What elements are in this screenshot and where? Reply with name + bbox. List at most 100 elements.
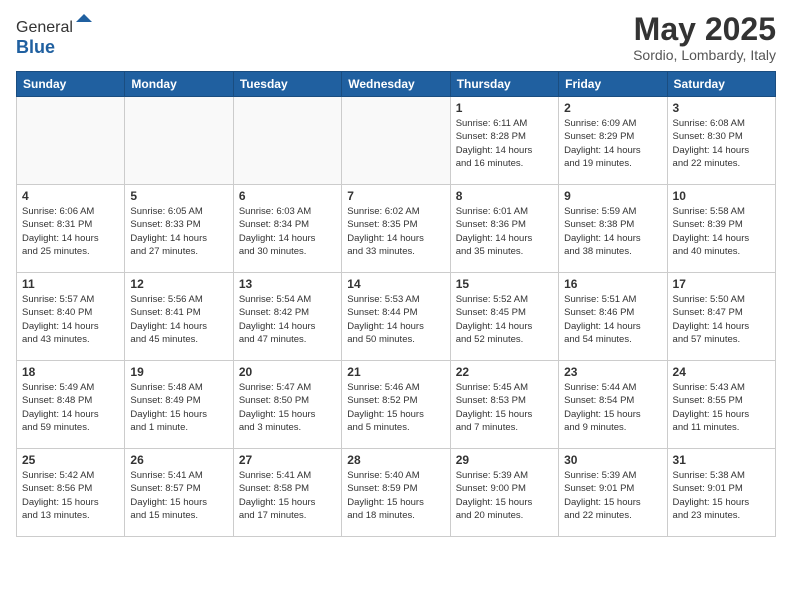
day-info: Sunrise: 6:03 AM Sunset: 8:34 PM Dayligh… [239, 205, 336, 258]
day-info: Sunrise: 6:11 AM Sunset: 8:28 PM Dayligh… [456, 117, 553, 170]
location-text: Sordio, Lombardy, Italy [633, 47, 776, 63]
day-info: Sunrise: 5:53 AM Sunset: 8:44 PM Dayligh… [347, 293, 444, 346]
calendar-cell: 25Sunrise: 5:42 AM Sunset: 8:56 PM Dayli… [17, 449, 125, 537]
calendar-cell: 13 Sunrise: 5:54 AM Sunset: 8:42 PM Dayli… [233, 273, 341, 361]
calendar-cell: 10 Sunrise: 5:58 AM Sunset: 8:39 PM Dayli… [667, 185, 775, 273]
calendar-cell: 15Sunrise: 5:52 AM Sunset: 8:45 PM Dayli… [450, 273, 558, 361]
calendar-cell: 5 Sunrise: 6:05 AM Sunset: 8:33 PM Daylig… [125, 185, 233, 273]
day-number: 19 [130, 365, 227, 379]
day-number: 27 [239, 453, 336, 467]
day-number: 11 [22, 277, 119, 291]
day-info: Sunrise: 5:51 AM Sunset: 8:46 PM Dayligh… [564, 293, 661, 346]
calendar-cell: 22Sunrise: 5:45 AM Sunset: 8:53 PM Dayli… [450, 361, 558, 449]
day-number: 6 [239, 189, 336, 203]
calendar-cell: 27 Sunrise: 5:41 AM Sunset: 8:58 PM Dayli… [233, 449, 341, 537]
day-info: Sunrise: 5:39 AM Sunset: 9:00 PM Dayligh… [456, 469, 553, 522]
calendar-cell: 11 Sunrise: 5:57 AM Sunset: 8:40 PM Dayli… [17, 273, 125, 361]
day-info: Sunrise: 5:49 AM Sunset: 8:48 PM Dayligh… [22, 381, 119, 434]
day-info: Sunrise: 5:43 AM Sunset: 8:55 PM Dayligh… [673, 381, 770, 434]
day-number: 26 [130, 453, 227, 467]
calendar-cell [342, 97, 450, 185]
weekday-header-wednesday: Wednesday [342, 72, 450, 97]
day-info: Sunrise: 5:56 AM Sunset: 8:41 PM Dayligh… [130, 293, 227, 346]
day-info: Sunrise: 5:47 AM Sunset: 8:50 PM Dayligh… [239, 381, 336, 434]
calendar-cell [17, 97, 125, 185]
day-info: Sunrise: 6:05 AM Sunset: 8:33 PM Dayligh… [130, 205, 227, 258]
calendar-cell: 28 Sunrise: 5:40 AM Sunset: 8:59 PM Dayli… [342, 449, 450, 537]
weekday-header-monday: Monday [125, 72, 233, 97]
day-info: Sunrise: 5:41 AM Sunset: 8:57 PM Dayligh… [130, 469, 227, 522]
day-info: Sunrise: 6:02 AM Sunset: 8:35 PM Dayligh… [347, 205, 444, 258]
day-info: Sunrise: 5:39 AM Sunset: 9:01 PM Dayligh… [564, 469, 661, 522]
week-row-3: 18 Sunrise: 5:49 AM Sunset: 8:48 PM Dayli… [17, 361, 776, 449]
logo: General Blue [16, 12, 94, 58]
calendar-cell: 31 Sunrise: 5:38 AM Sunset: 9:01 PM Dayli… [667, 449, 775, 537]
calendar-cell [125, 97, 233, 185]
day-number: 7 [347, 189, 444, 203]
day-info: Sunrise: 5:57 AM Sunset: 8:40 PM Dayligh… [22, 293, 119, 346]
calendar-cell: 19Sunrise: 5:48 AM Sunset: 8:49 PM Dayli… [125, 361, 233, 449]
calendar-cell [233, 97, 341, 185]
weekday-header-sunday: Sunday [17, 72, 125, 97]
day-number: 20 [239, 365, 336, 379]
day-number: 5 [130, 189, 227, 203]
weekday-header-saturday: Saturday [667, 72, 775, 97]
day-number: 8 [456, 189, 553, 203]
day-info: Sunrise: 6:08 AM Sunset: 8:30 PM Dayligh… [673, 117, 770, 170]
day-info: Sunrise: 6:06 AM Sunset: 8:31 PM Dayligh… [22, 205, 119, 258]
calendar-cell: 29 Sunrise: 5:39 AM Sunset: 9:00 PM Dayli… [450, 449, 558, 537]
day-number: 13 [239, 277, 336, 291]
day-number: 1 [456, 101, 553, 115]
day-number: 25 [22, 453, 119, 467]
day-info: Sunrise: 5:50 AM Sunset: 8:47 PM Dayligh… [673, 293, 770, 346]
day-number: 14 [347, 277, 444, 291]
week-row-2: 11 Sunrise: 5:57 AM Sunset: 8:40 PM Dayli… [17, 273, 776, 361]
calendar-cell: 14 Sunrise: 5:53 AM Sunset: 8:44 PM Dayli… [342, 273, 450, 361]
calendar-cell: 1 Sunrise: 6:11 AM Sunset: 8:28 PM Daylig… [450, 97, 558, 185]
logo-blue-text: Blue [16, 37, 55, 57]
calendar-table: SundayMondayTuesdayWednesdayThursdayFrid… [16, 71, 776, 537]
week-row-4: 25Sunrise: 5:42 AM Sunset: 8:56 PM Dayli… [17, 449, 776, 537]
calendar-cell: 26 Sunrise: 5:41 AM Sunset: 8:57 PM Dayli… [125, 449, 233, 537]
calendar-cell: 16 Sunrise: 5:51 AM Sunset: 8:46 PM Dayli… [559, 273, 667, 361]
calendar-cell: 23Sunrise: 5:44 AM Sunset: 8:54 PM Dayli… [559, 361, 667, 449]
calendar-cell: 2Sunrise: 6:09 AM Sunset: 8:29 PM Daylig… [559, 97, 667, 185]
day-number: 15 [456, 277, 553, 291]
day-info: Sunrise: 5:41 AM Sunset: 8:58 PM Dayligh… [239, 469, 336, 522]
day-number: 29 [456, 453, 553, 467]
calendar-cell: 17Sunrise: 5:50 AM Sunset: 8:47 PM Dayli… [667, 273, 775, 361]
weekday-header-tuesday: Tuesday [233, 72, 341, 97]
calendar-cell: 9Sunrise: 5:59 AM Sunset: 8:38 PM Daylig… [559, 185, 667, 273]
page-header: General Blue May 2025 Sordio, Lombardy, … [16, 12, 776, 63]
day-info: Sunrise: 5:38 AM Sunset: 9:01 PM Dayligh… [673, 469, 770, 522]
day-number: 30 [564, 453, 661, 467]
calendar-cell: 3 Sunrise: 6:08 AM Sunset: 8:30 PM Daylig… [667, 97, 775, 185]
calendar-cell: 7 Sunrise: 6:02 AM Sunset: 8:35 PM Daylig… [342, 185, 450, 273]
weekday-header-friday: Friday [559, 72, 667, 97]
calendar-cell: 4Sunrise: 6:06 AM Sunset: 8:31 PM Daylig… [17, 185, 125, 273]
calendar-cell: 20 Sunrise: 5:47 AM Sunset: 8:50 PM Dayli… [233, 361, 341, 449]
day-number: 2 [564, 101, 661, 115]
weekday-header-row: SundayMondayTuesdayWednesdayThursdayFrid… [17, 72, 776, 97]
day-info: Sunrise: 5:59 AM Sunset: 8:38 PM Dayligh… [564, 205, 661, 258]
day-number: 10 [673, 189, 770, 203]
weekday-header-thursday: Thursday [450, 72, 558, 97]
calendar-cell: 12 Sunrise: 5:56 AM Sunset: 8:41 PM Dayli… [125, 273, 233, 361]
week-row-0: 1 Sunrise: 6:11 AM Sunset: 8:28 PM Daylig… [17, 97, 776, 185]
day-number: 28 [347, 453, 444, 467]
month-title: May 2025 [633, 12, 776, 47]
day-info: Sunrise: 5:54 AM Sunset: 8:42 PM Dayligh… [239, 293, 336, 346]
day-info: Sunrise: 5:40 AM Sunset: 8:59 PM Dayligh… [347, 469, 444, 522]
calendar-cell: 8 Sunrise: 6:01 AM Sunset: 8:36 PM Daylig… [450, 185, 558, 273]
day-number: 18 [22, 365, 119, 379]
day-info: Sunrise: 5:58 AM Sunset: 8:39 PM Dayligh… [673, 205, 770, 258]
day-info: Sunrise: 5:46 AM Sunset: 8:52 PM Dayligh… [347, 381, 444, 434]
calendar-cell: 18 Sunrise: 5:49 AM Sunset: 8:48 PM Dayli… [17, 361, 125, 449]
day-number: 3 [673, 101, 770, 115]
day-number: 22 [456, 365, 553, 379]
day-info: Sunrise: 6:01 AM Sunset: 8:36 PM Dayligh… [456, 205, 553, 258]
day-number: 23 [564, 365, 661, 379]
day-number: 12 [130, 277, 227, 291]
day-number: 31 [673, 453, 770, 467]
day-number: 16 [564, 277, 661, 291]
